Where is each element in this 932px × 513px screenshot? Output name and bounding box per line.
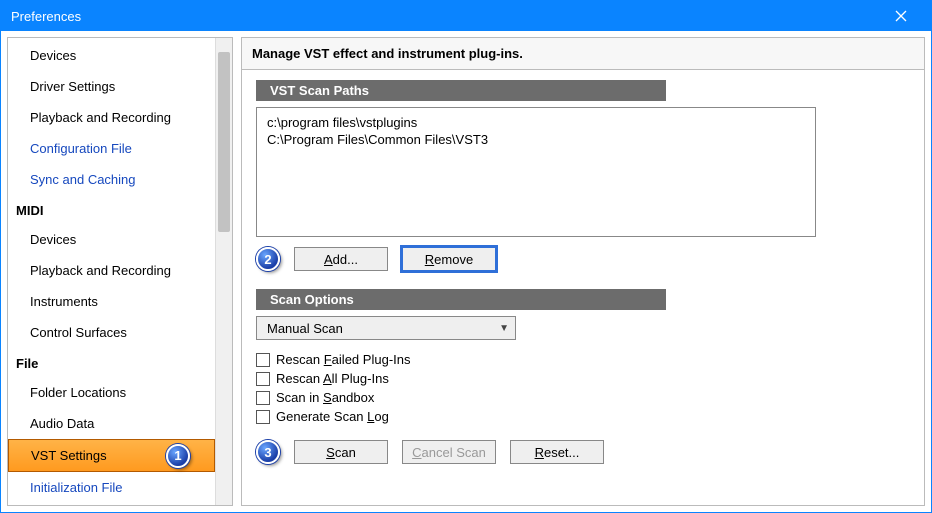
check-gen-log[interactable]: Generate Scan Log [256,407,910,426]
check-label: Rescan Failed Plug-Ins [276,352,411,367]
title-bar: Preferences [1,1,931,31]
add-path-button[interactable]: Add... [294,247,388,271]
sidebar-item-control-surfaces[interactable]: Control Surfaces [8,317,215,348]
reset-button[interactable]: Reset... [510,440,604,464]
scan-mode-value: Manual Scan [267,321,343,336]
sidebar-item-playback-and-recording[interactable]: Playback and Recording [8,102,215,133]
sidebar-heading: File [8,348,215,377]
preferences-sidebar: DevicesDriver SettingsPlayback and Recor… [7,37,233,506]
sidebar-item-vst-settings[interactable]: VST Settings1 [8,439,215,472]
close-button[interactable] [881,1,921,31]
close-icon [895,10,907,22]
section-scan-options: Scan Options [256,289,666,310]
scan-path-item[interactable]: c:\program files\vstplugins [267,114,805,131]
cancel-scan-button[interactable]: Cancel Scan [402,440,496,464]
sidebar-item-sync-and-caching[interactable]: Sync and Caching [8,164,215,195]
callout-1: 1 [166,444,190,468]
check-sandbox[interactable]: Scan in Sandbox [256,388,910,407]
chevron-down-icon: ▼ [499,323,509,334]
content-pane: Manage VST effect and instrument plug-in… [241,37,925,506]
sidebar-scrollbar[interactable] [215,38,232,505]
sidebar-item-devices[interactable]: Devices [8,40,215,71]
sidebar-heading: MIDI [8,195,215,224]
sidebar-item-instruments[interactable]: Instruments [8,286,215,317]
window-title: Preferences [11,9,81,24]
checkbox-icon [256,410,270,424]
sidebar-item-initialization-file[interactable]: Initialization File [8,472,215,503]
scrollbar-thumb[interactable] [218,52,230,232]
check-label: Scan in Sandbox [276,390,374,405]
scan-mode-select[interactable]: Manual Scan ▼ [256,316,516,340]
check-label: Generate Scan Log [276,409,389,424]
sidebar-item-devices[interactable]: Devices [8,224,215,255]
sidebar-item-driver-settings[interactable]: Driver Settings [8,71,215,102]
checkbox-icon [256,391,270,405]
sidebar-item-audio-data[interactable]: Audio Data [8,408,215,439]
checkbox-icon [256,372,270,386]
sidebar-item-playback-and-recording[interactable]: Playback and Recording [8,255,215,286]
remove-path-button[interactable]: Remove [402,247,496,271]
check-label: Rescan All Plug-Ins [276,371,389,386]
sidebar-item-configuration-file[interactable]: Configuration File [8,133,215,164]
checkbox-icon [256,353,270,367]
check-rescan-all[interactable]: Rescan All Plug-Ins [256,369,910,388]
section-vst-scan-paths: VST Scan Paths [256,80,666,101]
scan-button[interactable]: Scan [294,440,388,464]
check-rescan-failed[interactable]: Rescan Failed Plug-Ins [256,350,910,369]
scan-paths-listbox[interactable]: c:\program files\vstpluginsC:\Program Fi… [256,107,816,237]
content-heading: Manage VST effect and instrument plug-in… [242,38,924,70]
callout-2: 2 [256,247,280,271]
callout-3: 3 [256,440,280,464]
sidebar-item-folder-locations[interactable]: Folder Locations [8,377,215,408]
scan-path-item[interactable]: C:\Program Files\Common Files\VST3 [267,131,805,148]
